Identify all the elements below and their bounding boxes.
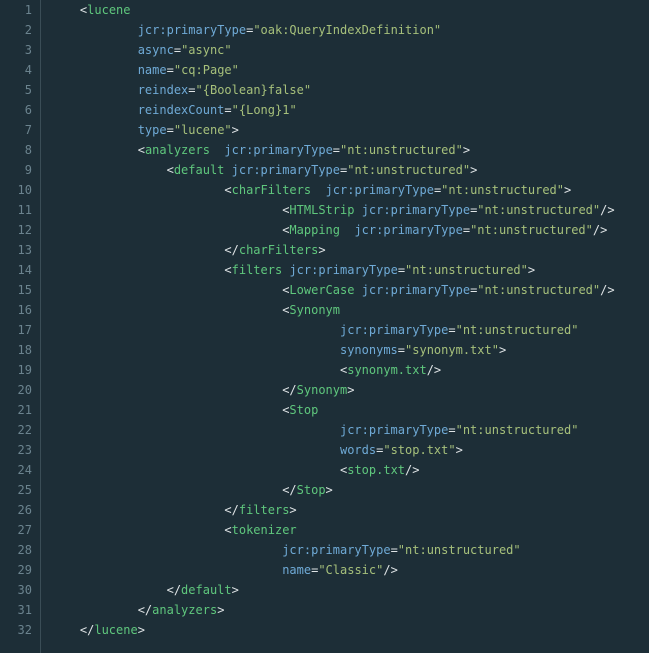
code-line[interactable]: type="lucene"> xyxy=(51,120,615,140)
code-editor: 1234567891011121314151617181920212223242… xyxy=(0,0,649,653)
line-number: 3 xyxy=(0,40,32,60)
code-line[interactable]: </filters> xyxy=(51,500,615,520)
code-line[interactable]: </Stop> xyxy=(51,480,615,500)
code-line[interactable]: name="cq:Page" xyxy=(51,60,615,80)
line-number: 26 xyxy=(0,500,32,520)
line-number: 27 xyxy=(0,520,32,540)
code-line[interactable]: synonyms="synonym.txt"> xyxy=(51,340,615,360)
line-number: 19 xyxy=(0,360,32,380)
line-number: 16 xyxy=(0,300,32,320)
code-line[interactable]: <Synonym xyxy=(51,300,615,320)
code-line[interactable]: <synonym.txt/> xyxy=(51,360,615,380)
code-line[interactable]: <LowerCase jcr:primaryType="nt:unstructu… xyxy=(51,280,615,300)
line-number: 12 xyxy=(0,220,32,240)
line-number: 7 xyxy=(0,120,32,140)
line-number: 1 xyxy=(0,0,32,20)
code-line[interactable]: async="async" xyxy=(51,40,615,60)
line-number: 23 xyxy=(0,440,32,460)
code-line[interactable]: <HTMLStrip jcr:primaryType="nt:unstructu… xyxy=(51,200,615,220)
code-line[interactable]: <stop.txt/> xyxy=(51,460,615,480)
code-line[interactable]: <charFilters jcr:primaryType="nt:unstruc… xyxy=(51,180,615,200)
line-number: 21 xyxy=(0,400,32,420)
line-number: 11 xyxy=(0,200,32,220)
code-line[interactable]: reindex="{Boolean}false" xyxy=(51,80,615,100)
line-number: 9 xyxy=(0,160,32,180)
line-number: 31 xyxy=(0,600,32,620)
code-line[interactable]: <lucene xyxy=(51,0,615,20)
code-line[interactable]: jcr:primaryType="nt:unstructured" xyxy=(51,540,615,560)
line-number: 10 xyxy=(0,180,32,200)
line-number: 4 xyxy=(0,60,32,80)
code-line[interactable]: <Mapping jcr:primaryType="nt:unstructure… xyxy=(51,220,615,240)
line-number: 13 xyxy=(0,240,32,260)
line-number: 28 xyxy=(0,540,32,560)
line-number: 17 xyxy=(0,320,32,340)
code-line[interactable]: <tokenizer xyxy=(51,520,615,540)
line-number-gutter: 1234567891011121314151617181920212223242… xyxy=(0,0,40,653)
code-line[interactable]: </lucene> xyxy=(51,620,615,640)
line-number: 30 xyxy=(0,580,32,600)
line-number: 29 xyxy=(0,560,32,580)
code-line[interactable]: words="stop.txt"> xyxy=(51,440,615,460)
code-line[interactable]: </default> xyxy=(51,580,615,600)
code-line[interactable]: jcr:primaryType="nt:unstructured" xyxy=(51,420,615,440)
line-number: 18 xyxy=(0,340,32,360)
line-number: 6 xyxy=(0,100,32,120)
line-number: 24 xyxy=(0,460,32,480)
code-line[interactable]: </charFilters> xyxy=(51,240,615,260)
code-line[interactable]: </Synonym> xyxy=(51,380,615,400)
code-line[interactable]: jcr:primaryType="nt:unstructured" xyxy=(51,320,615,340)
code-line[interactable]: <default jcr:primaryType="nt:unstructure… xyxy=(51,160,615,180)
code-line[interactable]: name="Classic"/> xyxy=(51,560,615,580)
code-line[interactable]: reindexCount="{Long}1" xyxy=(51,100,615,120)
line-number: 22 xyxy=(0,420,32,440)
code-line[interactable]: <analyzers jcr:primaryType="nt:unstructu… xyxy=(51,140,615,160)
line-number: 2 xyxy=(0,20,32,40)
code-line[interactable]: <Stop xyxy=(51,400,615,420)
line-number: 15 xyxy=(0,280,32,300)
line-number: 25 xyxy=(0,480,32,500)
code-line[interactable]: </analyzers> xyxy=(51,600,615,620)
line-number: 32 xyxy=(0,620,32,640)
line-number: 8 xyxy=(0,140,32,160)
line-number: 5 xyxy=(0,80,32,100)
code-line[interactable]: <filters jcr:primaryType="nt:unstructure… xyxy=(51,260,615,280)
line-number: 14 xyxy=(0,260,32,280)
code-line[interactable]: jcr:primaryType="oak:QueryIndexDefinitio… xyxy=(51,20,615,40)
line-number: 20 xyxy=(0,380,32,400)
code-area[interactable]: <lucene jcr:primaryType="oak:QueryIndexD… xyxy=(41,0,615,653)
